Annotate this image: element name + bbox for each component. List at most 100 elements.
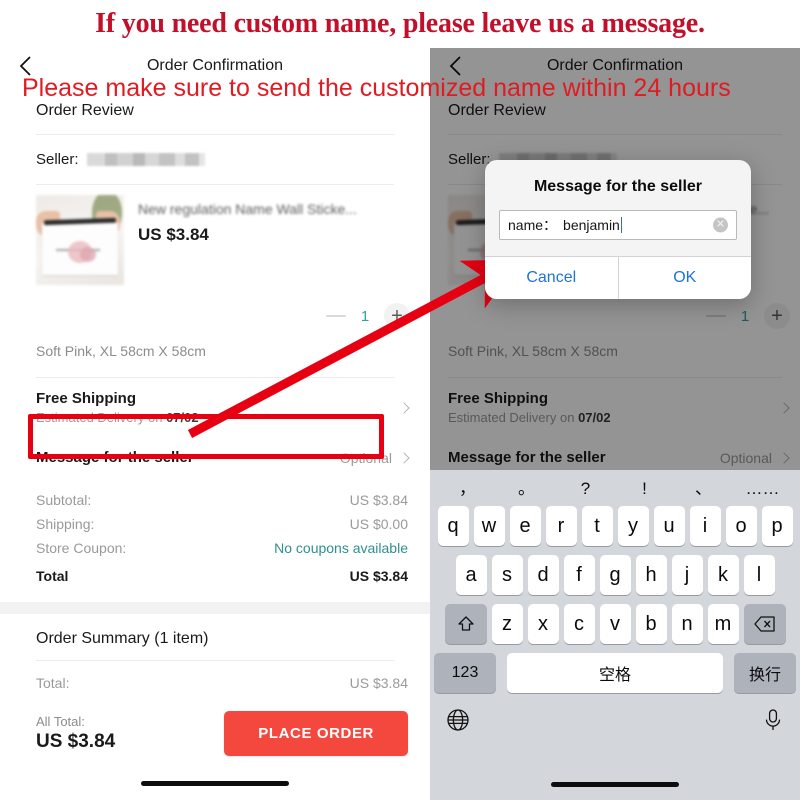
globe-icon[interactable]	[446, 708, 470, 732]
plus-icon[interactable]: +	[764, 303, 790, 329]
chevron-right-icon	[778, 451, 790, 464]
key-o[interactable]: o	[725, 506, 757, 546]
product-variant: Soft Pink, XL 58cm X 58cm	[36, 343, 206, 359]
chevron-right-icon	[778, 401, 790, 414]
seller-row[interactable]: Seller:	[0, 135, 430, 184]
delivery-date: 07/02	[578, 410, 611, 425]
key-v[interactable]: v	[599, 604, 631, 644]
key-u[interactable]: u	[653, 506, 685, 546]
message-row-title: Message for the seller	[448, 449, 606, 466]
numeric-mode-key[interactable]: 123	[434, 653, 496, 693]
message-row-value: Optional	[719, 449, 772, 466]
cancel-button[interactable]: Cancel	[485, 257, 618, 299]
page-title: Order Confirmation	[546, 57, 684, 74]
total-row: Total US $3.84	[36, 560, 408, 588]
suggestion-key[interactable]: ?	[556, 480, 615, 497]
shift-up-icon[interactable]	[444, 604, 487, 644]
key-j[interactable]: j	[671, 555, 703, 595]
return-key[interactable]: 换行	[734, 653, 796, 693]
clear-circle-icon[interactable]: ✕	[713, 217, 728, 233]
suggestion-key[interactable]: ……	[733, 480, 792, 497]
key-f[interactable]: f	[563, 555, 595, 595]
key-g[interactable]: g	[599, 555, 631, 595]
shipping-subtitle: Estimated Delivery on 07/02	[36, 410, 199, 425]
space-key[interactable]: 空格	[507, 653, 723, 693]
suggestion-key[interactable]: 、	[674, 480, 733, 497]
key-r[interactable]: r	[545, 506, 577, 546]
key-a[interactable]: a	[455, 555, 487, 595]
section-gap	[0, 602, 430, 614]
suggestion-key[interactable]: 。	[497, 480, 556, 497]
key-s[interactable]: s	[491, 555, 523, 595]
key-l[interactable]: l	[743, 555, 775, 595]
checkout-bar: All Total: US $3.84 PLACE ORDER	[0, 700, 430, 766]
key-c[interactable]: c	[563, 604, 595, 644]
home-indicator	[551, 782, 679, 787]
chevron-right-icon	[398, 401, 410, 414]
seller-name-redacted	[86, 153, 205, 166]
product-price: US $3.84	[138, 225, 209, 244]
shipping-row[interactable]: Free Shipping Estimated Delivery on 07/0…	[0, 378, 430, 437]
minus-icon[interactable]	[326, 315, 346, 317]
backspace-icon[interactable]	[743, 604, 786, 644]
microphone-icon[interactable]	[762, 708, 784, 732]
phone-screen-left: Order Confirmation Order Review Seller: …	[0, 48, 430, 800]
total-line-label: Shipping:	[36, 516, 95, 532]
dialog-title: Message for the seller	[533, 178, 703, 195]
key-n[interactable]: n	[671, 604, 703, 644]
total-line-value: US $0.00	[349, 516, 408, 532]
key-w[interactable]: w	[473, 506, 505, 546]
input-prefix-label: name：	[508, 217, 558, 233]
summary-line-label: Total:	[36, 675, 70, 691]
onscreen-keyboard: ， 。 ? ! 、 …… q w e r t y u i o p a s d f…	[430, 470, 800, 800]
message-row-value: Optional	[339, 449, 392, 466]
product-row[interactable]: New regulation Name Wall Sticke... US $3…	[0, 185, 430, 285]
plus-icon[interactable]: +	[384, 303, 410, 329]
shipping-title: Free Shipping	[448, 390, 549, 407]
ok-button[interactable]: OK	[619, 257, 752, 299]
all-total-label: All Total:	[36, 713, 85, 729]
total-row-label: Total	[36, 568, 69, 584]
message-for-seller-row[interactable]: Message for the seller Optional	[0, 437, 430, 478]
shipping-subtitle: Estimated Delivery on 07/02	[448, 410, 611, 425]
total-line[interactable]: Store Coupon: No coupons available	[36, 536, 408, 560]
total-line-label: Store Coupon:	[36, 540, 127, 556]
screenshot-root: If you need custom name, please leave us…	[0, 0, 800, 800]
chevron-right-icon	[398, 451, 410, 464]
quantity-stepper[interactable]: 1 +	[0, 291, 430, 329]
message-input[interactable]: name： benjamin ✕	[499, 210, 737, 240]
text-caret	[620, 217, 623, 233]
order-body-left: Order Review Seller: New regulation Name…	[0, 84, 430, 743]
key-z[interactable]: z	[491, 604, 523, 644]
quantity-value: 1	[740, 307, 750, 325]
product-thumbnail[interactable]	[36, 195, 124, 285]
key-e[interactable]: e	[509, 506, 541, 546]
key-p[interactable]: p	[761, 506, 793, 546]
key-q[interactable]: q	[437, 506, 469, 546]
key-k[interactable]: k	[707, 555, 739, 595]
total-line: Subtotal: US $3.84	[36, 488, 408, 512]
key-x[interactable]: x	[527, 604, 559, 644]
suggestion-key[interactable]: !	[615, 480, 674, 497]
punctuation-suggestion-row: ， 。 ? ! 、 ……	[430, 470, 800, 506]
shipping-row[interactable]: Free Shipping Estimated Delivery on 07/0…	[430, 378, 800, 437]
suggestion-key[interactable]: ，	[438, 480, 497, 497]
key-m[interactable]: m	[707, 604, 739, 644]
key-h[interactable]: h	[635, 555, 667, 595]
key-d[interactable]: d	[527, 555, 559, 595]
total-line-value: US $3.84	[349, 492, 408, 508]
key-i[interactable]: i	[689, 506, 721, 546]
keyboard-row-3: z x c v b n m	[430, 604, 800, 644]
total-row-value: US $3.84	[349, 568, 408, 584]
message-row-title: Message for the seller	[36, 449, 194, 466]
all-total-value: US $3.84	[36, 730, 116, 752]
seller-label: Seller:	[36, 151, 79, 168]
total-line: Shipping: US $0.00	[36, 512, 408, 536]
store-coupon-link[interactable]: No coupons available	[274, 540, 408, 556]
key-b[interactable]: b	[635, 604, 667, 644]
key-y[interactable]: y	[617, 506, 649, 546]
minus-icon[interactable]	[706, 315, 726, 317]
place-order-button[interactable]: PLACE ORDER	[224, 710, 408, 756]
totals-list: Subtotal: US $3.84 Shipping: US $0.00 St…	[0, 478, 430, 602]
key-t[interactable]: t	[581, 506, 613, 546]
